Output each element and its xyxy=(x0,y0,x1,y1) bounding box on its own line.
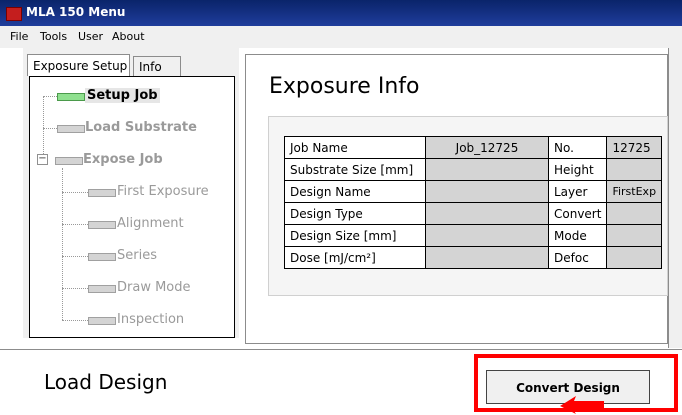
row-value xyxy=(606,246,663,269)
tree-item-label: Alignment xyxy=(117,216,184,231)
menu-user[interactable]: User xyxy=(78,30,103,43)
tree-line xyxy=(62,168,63,320)
title-bar: MLA 150 Menu xyxy=(0,0,682,26)
row-value xyxy=(606,158,663,181)
tree-item-label: Inspection xyxy=(117,312,185,327)
tree-item-label: Draw Mode xyxy=(117,280,191,295)
pointer-arrow-icon xyxy=(560,396,604,414)
load-design-title: Load Design xyxy=(44,370,168,394)
table-row: Substrate Size [mm] Height xyxy=(284,158,663,181)
table-row: Job Name Job_12725 No. 12725 xyxy=(284,136,663,159)
node-icon xyxy=(88,285,116,293)
row-label: Convert xyxy=(547,202,608,225)
window-title: MLA 150 Menu xyxy=(26,5,126,19)
tree-line xyxy=(62,192,88,193)
active-node-icon xyxy=(57,93,85,101)
tree-line xyxy=(62,256,88,257)
row-label: Dose [mJ/cm²] xyxy=(284,246,426,269)
menu-about[interactable]: About xyxy=(112,30,145,43)
row-value xyxy=(425,224,549,247)
tree-item-label: Setup Job xyxy=(85,88,160,103)
row-label: Design Size [mm] xyxy=(284,224,426,247)
page-title: Exposure Info xyxy=(269,74,420,99)
row-value xyxy=(425,158,549,181)
tree-line xyxy=(62,320,88,321)
table-row: Design Type Convert xyxy=(284,202,663,225)
tree-item-label: First Exposure xyxy=(117,184,209,199)
node-icon xyxy=(88,189,116,197)
tree-line xyxy=(62,288,88,289)
tab-info[interactable]: Info xyxy=(133,56,181,76)
collapse-toggle-icon[interactable]: − xyxy=(37,154,48,165)
tab-exposure-setup[interactable]: Exposure Setup xyxy=(27,54,130,76)
tree-line xyxy=(62,224,88,225)
menu-bar: File Tools User About xyxy=(0,26,682,48)
exposure-info-table: Job Name Job_12725 No. 12725 Substrate S… xyxy=(284,136,663,269)
row-label: Layer xyxy=(547,180,608,203)
menu-tools[interactable]: Tools xyxy=(40,30,67,43)
row-value xyxy=(425,202,549,225)
row-label: Height xyxy=(547,158,608,181)
tree-line xyxy=(43,128,57,129)
node-icon xyxy=(88,253,116,261)
right-scroll-panel xyxy=(668,48,682,348)
app-icon xyxy=(6,7,22,21)
row-label: Substrate Size [mm] xyxy=(284,158,426,181)
job-tree xyxy=(29,76,235,338)
tree-line xyxy=(43,96,57,97)
menu-file[interactable]: File xyxy=(10,30,28,43)
table-row: Dose [mJ/cm²] Defoc xyxy=(284,246,663,269)
node-icon xyxy=(88,317,116,325)
row-label: No. xyxy=(547,136,608,159)
row-label: Mode xyxy=(547,224,608,247)
row-label: Design Name xyxy=(284,180,426,203)
row-label: Defoc xyxy=(547,246,608,269)
row-value xyxy=(606,202,663,225)
row-label: Job Name xyxy=(284,136,426,159)
row-value xyxy=(425,246,549,269)
row-value: Job_12725 xyxy=(425,136,549,159)
node-icon xyxy=(88,221,116,229)
table-row: Design Size [mm] Mode xyxy=(284,224,663,247)
row-value xyxy=(425,180,549,203)
tree-item-label: Series xyxy=(117,248,157,263)
tree-item-label: Load Substrate xyxy=(85,120,197,135)
table-row: Design Name Layer FirstExp xyxy=(284,180,663,203)
node-icon xyxy=(55,157,83,165)
row-label: Design Type xyxy=(284,202,426,225)
row-value: 12725 xyxy=(606,136,663,159)
row-value: FirstExp xyxy=(606,180,663,203)
row-value xyxy=(606,224,663,247)
node-icon xyxy=(57,125,85,133)
tree-item-label: Expose Job xyxy=(83,152,163,167)
